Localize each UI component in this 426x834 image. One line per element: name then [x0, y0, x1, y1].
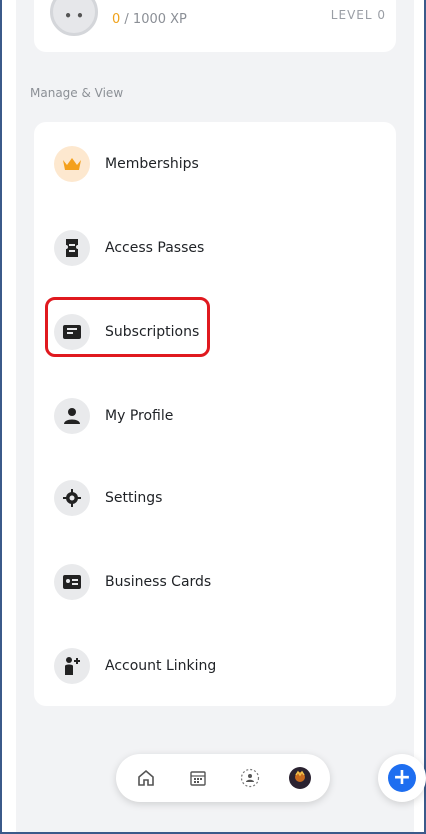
ticket-icon	[54, 230, 90, 266]
level-badge-icon: • •	[50, 0, 98, 36]
calendar-icon[interactable]	[178, 754, 218, 802]
home-icon[interactable]	[126, 754, 166, 802]
menu-item-label: My Profile	[105, 408, 174, 424]
menu-item-business-cards[interactable]: Business Cards	[34, 552, 396, 612]
manage-menu-card: Memberships Access Passes Subscriptions …	[34, 122, 396, 706]
menu-item-label: Settings	[105, 490, 163, 506]
menu-item-settings[interactable]: Settings	[34, 468, 396, 528]
add-button[interactable]: +	[378, 754, 426, 802]
person-add-icon	[54, 648, 90, 684]
community-icon[interactable]	[230, 754, 270, 802]
menu-item-label: Business Cards	[105, 574, 212, 590]
menu-item-label: Access Passes	[105, 240, 205, 256]
profile-avatar-icon[interactable]	[280, 754, 320, 802]
section-label: Manage & View	[30, 86, 124, 100]
crown-icon	[54, 146, 90, 182]
gear-icon	[54, 480, 90, 516]
bottom-nav-bar	[116, 754, 330, 802]
level-label: LEVEL 0	[330, 8, 386, 22]
menu-item-memberships[interactable]: Memberships	[34, 134, 396, 194]
menu-item-label: Memberships	[105, 156, 199, 172]
person-icon	[54, 398, 90, 434]
menu-item-access-passes[interactable]: Access Passes	[34, 218, 396, 278]
menu-item-account-linking[interactable]: Account Linking	[34, 636, 396, 696]
menu-item-label: Account Linking	[105, 658, 217, 674]
level-card: • • 0 / 1000 XP LEVEL 0	[34, 0, 396, 52]
xp-progress-text: 0 / 1000 XP	[112, 12, 187, 27]
highlight-subscriptions	[45, 297, 210, 357]
id-card-icon	[54, 564, 90, 600]
add-icon: +	[388, 764, 416, 792]
menu-item-my-profile[interactable]: My Profile	[34, 386, 396, 446]
app-screen: • • 0 / 1000 XP LEVEL 0 Manage & View Me…	[16, 0, 426, 832]
xp-total: / 1000 XP	[120, 12, 187, 27]
